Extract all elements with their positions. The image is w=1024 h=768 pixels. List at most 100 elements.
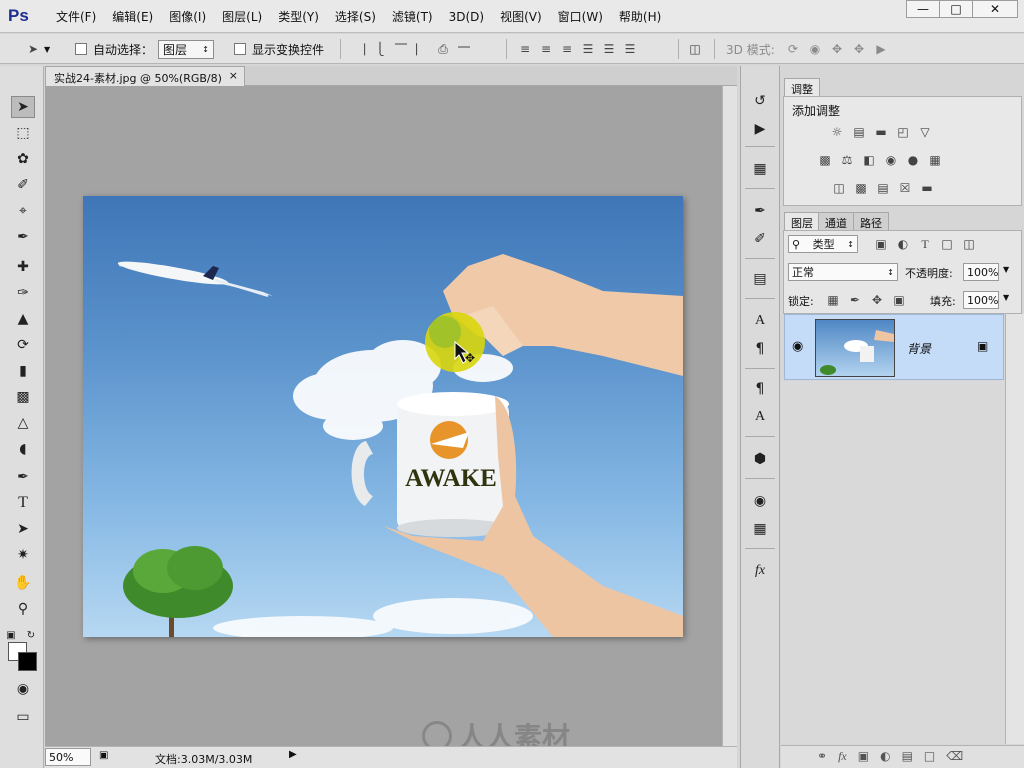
3d-panel-icon[interactable]: ▦ xyxy=(749,158,771,180)
brightness-icon[interactable]: ☼ xyxy=(830,125,844,139)
quick-select-tool-icon[interactable]: ✐ xyxy=(11,174,35,196)
distribute-top-icon[interactable]: ≡ xyxy=(518,42,532,56)
invert-icon[interactable]: ◫ xyxy=(832,181,846,195)
actions-panel-icon[interactable]: ▶ xyxy=(749,118,771,140)
menu-window[interactable]: 窗口(W) xyxy=(550,8,611,26)
selective-color-icon[interactable]: ☒ xyxy=(898,181,912,195)
maximize-button[interactable]: □ xyxy=(939,0,973,18)
menu-type[interactable]: 类型(Y) xyxy=(270,8,327,26)
3d-cube-icon[interactable]: ⬢ xyxy=(749,448,771,470)
crop-tool-icon[interactable]: ⌖ xyxy=(11,200,35,222)
distribute-hcenter-icon[interactable]: ☰ xyxy=(602,42,616,56)
opacity-field[interactable]: 100% xyxy=(963,263,999,281)
channel-mixer-icon[interactable]: ● xyxy=(906,153,920,167)
filter-pixel-icon[interactable]: ▣ xyxy=(874,237,888,251)
delete-layer-icon[interactable]: ⌫ xyxy=(946,749,963,764)
layer-row[interactable]: ◉ 背景 ▣ xyxy=(784,314,1004,380)
threshold-icon[interactable]: ▤ xyxy=(876,181,890,195)
tab-paths[interactable]: 路径 xyxy=(853,212,889,230)
zoom-tool-icon[interactable]: ⚲ xyxy=(11,598,35,620)
new-layer-icon[interactable]: □ xyxy=(924,749,935,764)
levels-icon[interactable]: ▤ xyxy=(852,125,866,139)
add-mask-icon[interactable]: ▣ xyxy=(858,749,869,764)
opacity-arrow-icon[interactable]: ▼ xyxy=(1003,265,1009,274)
filter-type-icon[interactable]: T xyxy=(918,237,932,251)
align-right-icon[interactable]: ⎻ xyxy=(457,42,471,56)
distribute-left-icon[interactable]: ☰ xyxy=(581,42,595,56)
character-panel-icon[interactable]: A xyxy=(749,310,771,332)
close-button[interactable]: ✕ xyxy=(972,0,1018,18)
align-top-icon[interactable]: ⎹ xyxy=(352,42,366,56)
filter-adjustment-icon[interactable]: ◐ xyxy=(896,237,910,251)
fill-field[interactable]: 100% xyxy=(963,291,999,309)
color-lookup-icon[interactable]: ▦ xyxy=(928,153,942,167)
black-white-icon[interactable]: ◧ xyxy=(862,153,876,167)
color-balance-icon[interactable]: ⚖ xyxy=(840,153,854,167)
align-vcenter-icon[interactable]: ⎩ xyxy=(373,42,387,56)
layers-scrollbar[interactable] xyxy=(1005,314,1024,744)
path-select-tool-icon[interactable]: ➤ xyxy=(11,518,35,540)
menu-file[interactable]: 文件(F) xyxy=(48,8,104,26)
curves-icon[interactable]: ▬ xyxy=(874,125,888,139)
menu-image[interactable]: 图像(I) xyxy=(161,8,214,26)
menu-layer[interactable]: 图层(L) xyxy=(214,8,270,26)
eraser-tool-icon[interactable]: ▮ xyxy=(11,360,35,382)
quick-mask-icon[interactable]: ◉ xyxy=(11,678,35,700)
menu-edit[interactable]: 编辑(E) xyxy=(104,8,161,26)
healing-brush-tool-icon[interactable]: ✚ xyxy=(11,256,35,278)
lock-position-icon[interactable]: ✥ xyxy=(870,293,884,307)
filter-smart-icon[interactable]: ◫ xyxy=(962,237,976,251)
move-tool-icon[interactable]: ➤ xyxy=(11,96,35,118)
eyedropper-tool-icon[interactable]: ✒ xyxy=(11,226,35,248)
document-canvas-image[interactable]: AWAKE ✥ xyxy=(83,196,683,637)
dodge-tool-icon[interactable]: ◖ xyxy=(11,438,35,460)
vibrance-icon[interactable]: ▽ xyxy=(918,125,932,139)
pen-tool-icon[interactable]: ✒ xyxy=(11,466,35,488)
character-styles-icon[interactable]: A xyxy=(749,406,771,428)
align-bottom-icon[interactable]: ⎺ xyxy=(394,42,408,56)
screen-mode-icon[interactable]: ▭ xyxy=(11,706,35,728)
new-group-icon[interactable]: ▤ xyxy=(902,749,913,764)
document-tab[interactable]: 实战24-素材.jpg @ 50%(RGB/8) × xyxy=(45,66,245,86)
photo-filter-icon[interactable]: ◉ xyxy=(884,153,898,167)
align-hcenter-icon[interactable]: ⎙ xyxy=(436,42,450,56)
distribute-right-icon[interactable]: ☰ xyxy=(623,42,637,56)
gradient-map-icon[interactable]: ▬ xyxy=(920,181,934,195)
styles-fx-icon[interactable]: fx xyxy=(749,560,771,582)
slide-3d-icon[interactable]: ✥ xyxy=(852,42,866,56)
background-color-swatch[interactable] xyxy=(18,652,37,671)
layer-filter-select[interactable]: ⚲ 类型 ↕ xyxy=(788,235,858,253)
drag-3d-icon[interactable]: ✥ xyxy=(830,42,844,56)
link-layers-icon[interactable]: ⚭ xyxy=(817,749,827,764)
layer-style-fx-icon[interactable]: fx xyxy=(838,749,847,764)
auto-select-dropdown[interactable]: 图层 ↕ xyxy=(158,39,214,59)
brush-tool-icon[interactable]: ✑ xyxy=(11,282,35,304)
brush-presets-icon[interactable]: ✐ xyxy=(749,228,771,250)
show-transform-checkbox[interactable] xyxy=(234,43,246,55)
align-left-icon[interactable]: ⎸ xyxy=(415,42,429,56)
new-adjustment-layer-icon[interactable]: ◐ xyxy=(880,749,890,764)
paragraph-styles-icon[interactable]: ¶ xyxy=(749,378,771,400)
roll-3d-icon[interactable]: ◉ xyxy=(808,42,822,56)
distribute-bottom-icon[interactable]: ≡ xyxy=(560,42,574,56)
move-tool-preset[interactable]: ➤ ▼ xyxy=(26,40,50,58)
hand-tool-icon[interactable]: ✋ xyxy=(11,572,35,594)
eye-visibility-icon[interactable]: ◉ xyxy=(792,339,803,354)
auto-align-button[interactable]: ◫ xyxy=(688,40,702,58)
exposure-icon[interactable]: ◰ xyxy=(896,125,910,139)
posterize-icon[interactable]: ▩ xyxy=(854,181,868,195)
hue-saturation-icon[interactable]: ▩ xyxy=(818,153,832,167)
blur-tool-icon[interactable]: △ xyxy=(11,412,35,434)
marquee-tool-icon[interactable]: ⬚ xyxy=(11,122,35,144)
rotate-3d-icon[interactable]: ⟳ xyxy=(786,42,800,56)
status-menu-arrow-icon[interactable]: ▶ xyxy=(289,749,297,760)
menu-3d[interactable]: 3D(D) xyxy=(441,8,492,26)
zoom-level-field[interactable]: 50% xyxy=(45,748,91,766)
layer-name[interactable]: 背景 xyxy=(907,340,931,357)
menu-filter[interactable]: 滤镜(T) xyxy=(384,8,441,26)
auto-select-checkbox[interactable] xyxy=(75,43,87,55)
gradient-tool-icon[interactable]: ▩ xyxy=(11,386,35,408)
clone-source-icon[interactable]: ▤ xyxy=(749,268,771,290)
swatches-panel-icon[interactable]: ◉ xyxy=(749,490,771,512)
lasso-tool-icon[interactable]: ✿ xyxy=(11,148,35,170)
